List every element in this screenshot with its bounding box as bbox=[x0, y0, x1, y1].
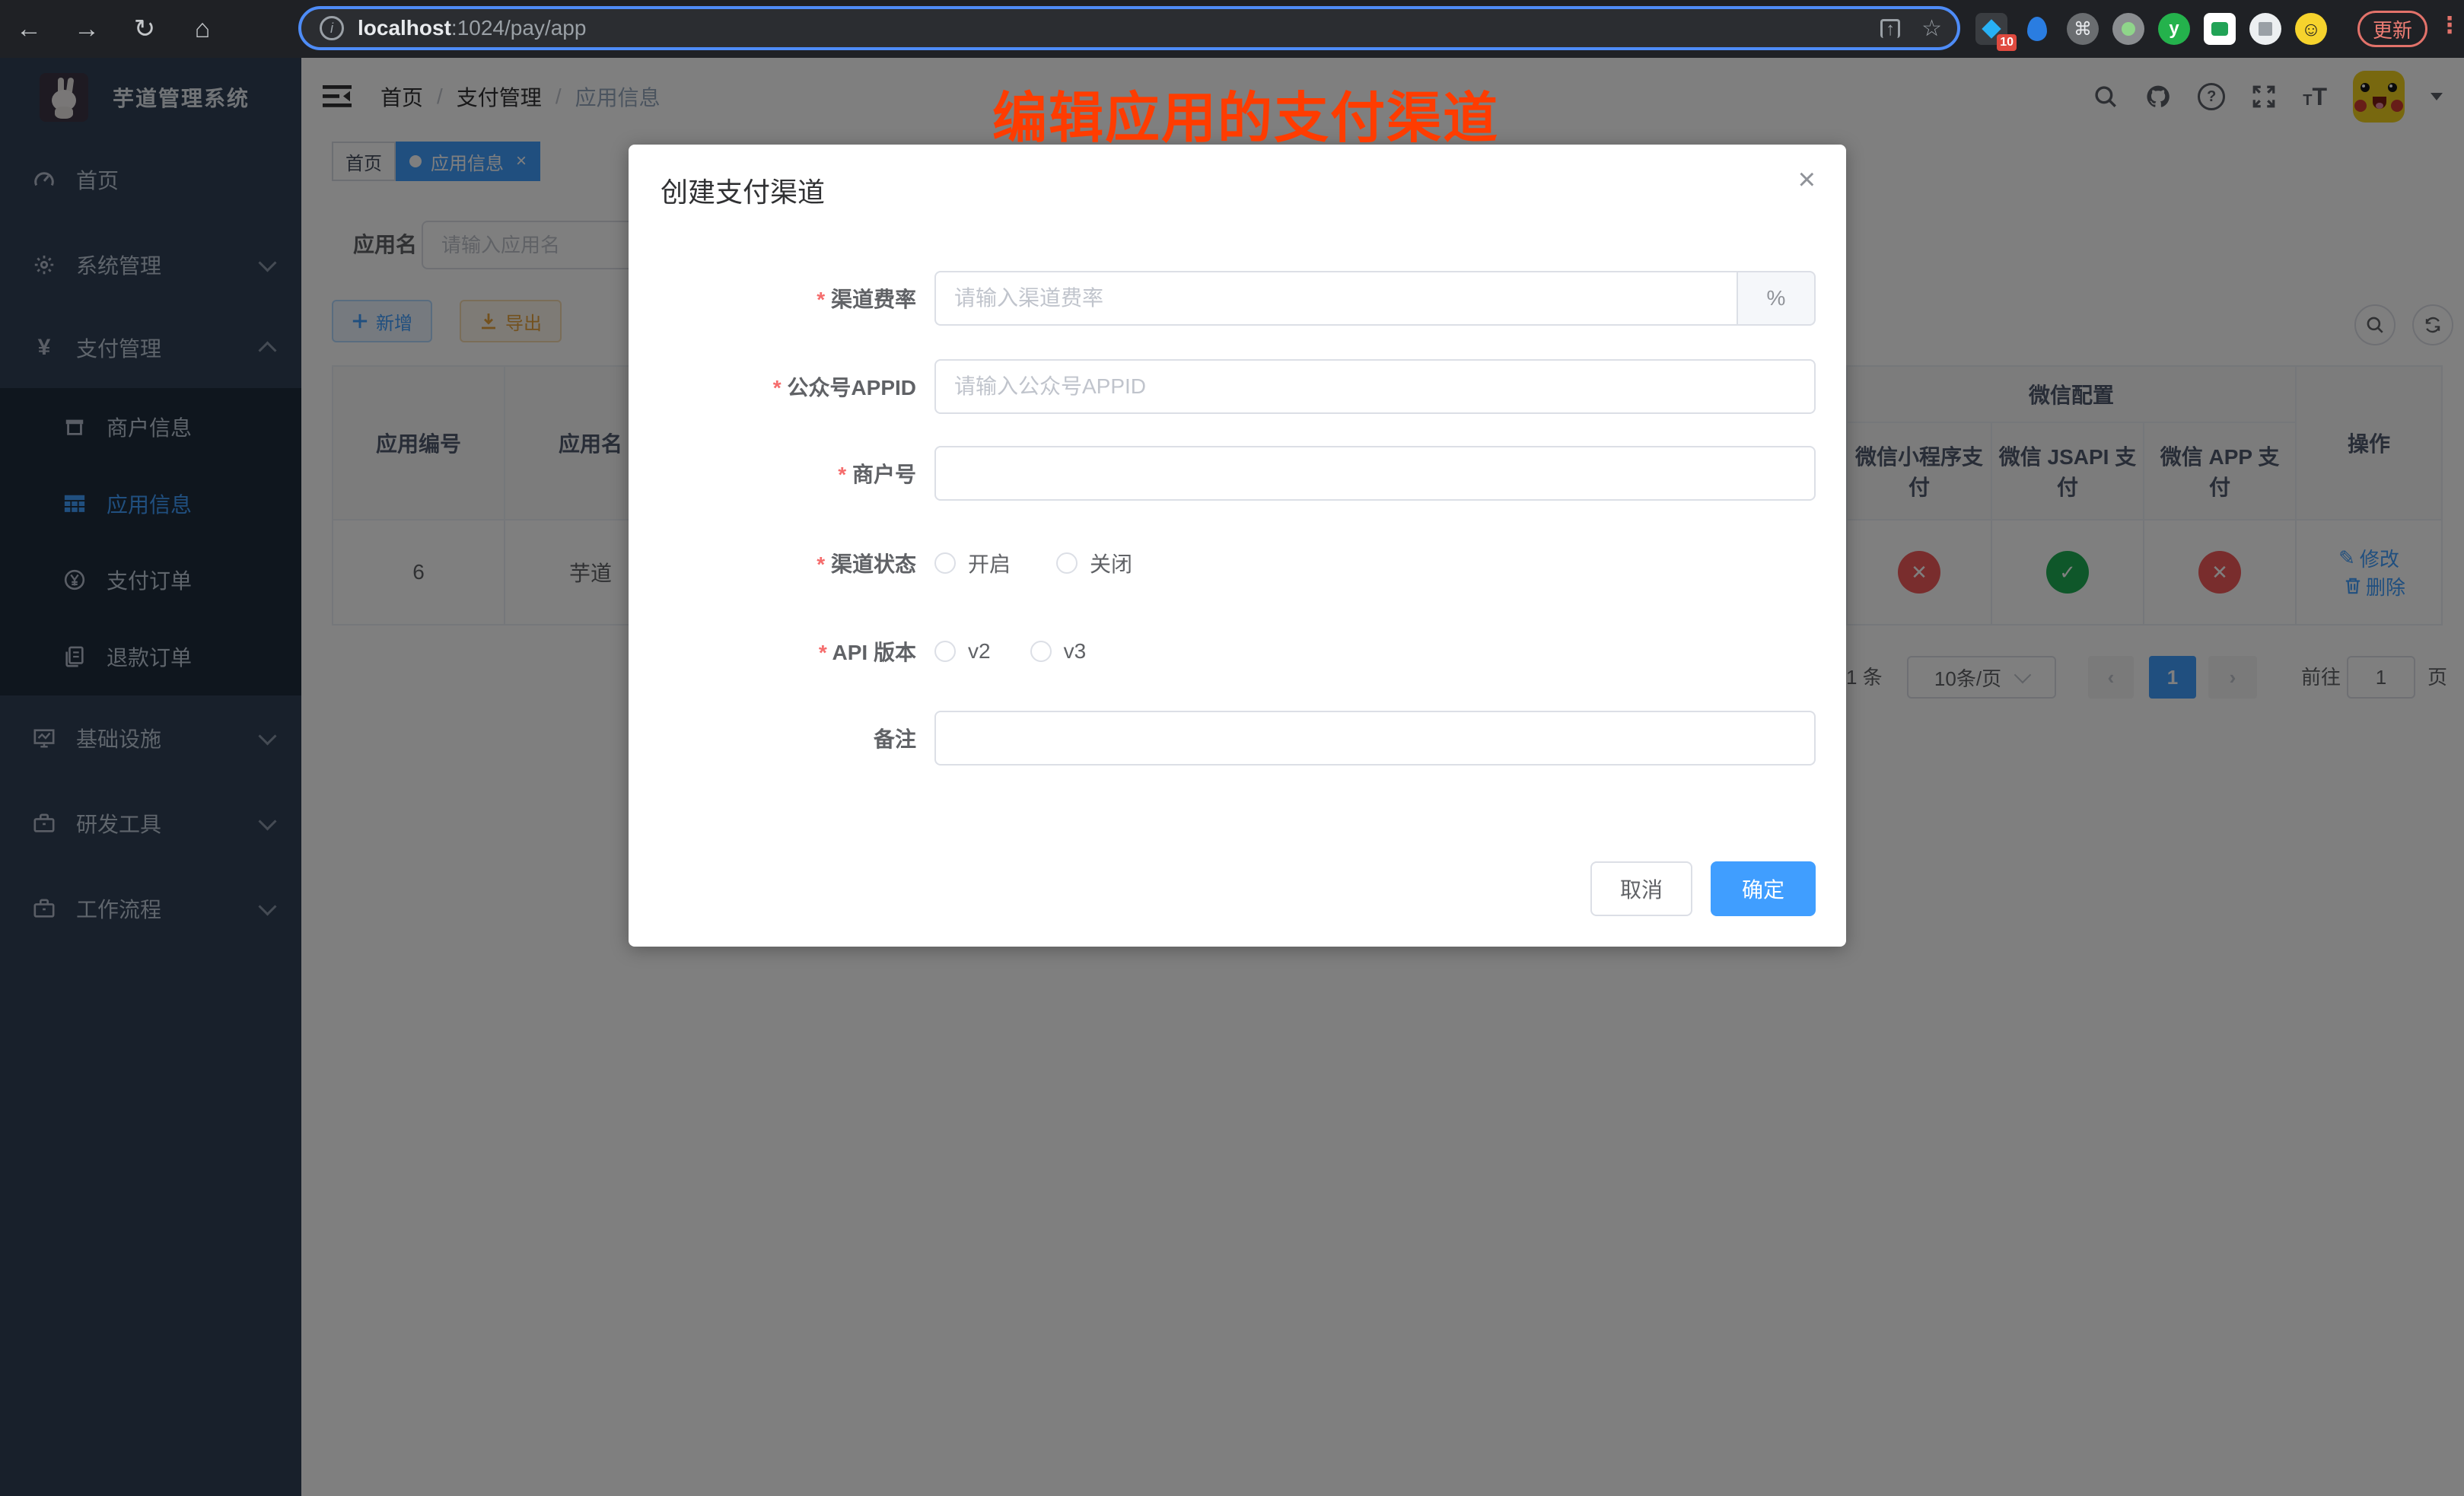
share-icon[interactable]: ↑ bbox=[1880, 19, 1900, 38]
remark-input[interactable] bbox=[934, 711, 1816, 766]
browser-forward-button[interactable]: → bbox=[58, 14, 116, 44]
screen: ← → ↻ ⌂ i localhost:1024/pay/app ↑ ☆ 10 … bbox=[0, 0, 2464, 1496]
api-v3-radio[interactable]: v3 bbox=[1030, 639, 1087, 664]
dialog-close-icon[interactable]: × bbox=[1798, 163, 1816, 197]
rate-label: 渠道费率 bbox=[659, 283, 916, 314]
extension-devtools-icon[interactable]: 10 bbox=[1975, 13, 2007, 45]
merchant-label: 商户号 bbox=[659, 458, 916, 489]
form-row-appid: 公众号APPID bbox=[659, 359, 1816, 414]
form-row-rate: 渠道费率 % bbox=[659, 271, 1816, 326]
browser-reload-button[interactable]: ↻ bbox=[116, 14, 173, 44]
create-payment-channel-dialog: 创建支付渠道 × 渠道费率 % 公众号APPID 商户号 渠道状态 bbox=[629, 145, 1846, 947]
dialog-title: 创建支付渠道 bbox=[661, 170, 825, 210]
appid-label: 公众号APPID bbox=[659, 371, 916, 402]
extensions-row: 10 ⌘ y ☺ bbox=[1975, 0, 2327, 58]
appid-input[interactable] bbox=[934, 359, 1816, 414]
site-info-icon[interactable]: i bbox=[320, 16, 344, 40]
form-row-api-version: API 版本 v2 v3 bbox=[659, 624, 1816, 679]
merchant-input[interactable] bbox=[934, 446, 1816, 501]
annotation-text: 编辑应用的支付渠道 bbox=[992, 73, 1499, 153]
form-row-remark: 备注 bbox=[659, 711, 1816, 766]
cancel-button[interactable]: 取消 bbox=[1590, 861, 1692, 916]
extension-y-icon[interactable]: y bbox=[2158, 13, 2190, 45]
form-row-merchant: 商户号 bbox=[659, 446, 1816, 501]
browser-home-button[interactable]: ⌂ bbox=[173, 14, 231, 44]
browser-toolbar: ← → ↻ ⌂ i localhost:1024/pay/app ↑ ☆ 10 … bbox=[0, 0, 2464, 58]
api-v2-radio[interactable]: v2 bbox=[934, 639, 991, 664]
status-open-radio[interactable]: 开启 bbox=[934, 548, 1011, 578]
status-close-radio[interactable]: 关闭 bbox=[1056, 548, 1132, 578]
extension-balloon-icon[interactable] bbox=[2021, 13, 2053, 45]
percent-suffix: % bbox=[1737, 271, 1816, 326]
url-text[interactable]: localhost:1024/pay/app bbox=[358, 16, 586, 40]
extension-puzzle-icon[interactable] bbox=[2249, 13, 2281, 45]
browser-back-button[interactable]: ← bbox=[0, 14, 58, 44]
confirm-button[interactable]: 确定 bbox=[1711, 861, 1816, 916]
api-version-label: API 版本 bbox=[659, 636, 916, 667]
radio-circle-icon bbox=[1056, 552, 1078, 574]
remark-label: 备注 bbox=[659, 723, 916, 753]
form-row-status: 渠道状态 开启 关闭 bbox=[659, 536, 1816, 590]
extension-emoji-icon[interactable]: ☺ bbox=[2295, 13, 2327, 45]
extension-chat-icon[interactable] bbox=[2204, 13, 2236, 45]
radio-circle-icon bbox=[934, 552, 956, 574]
browser-menu-icon[interactable]: ⋮ bbox=[2438, 12, 2461, 39]
bookmark-star-icon[interactable]: ☆ bbox=[1921, 15, 1942, 42]
extension-dot-icon[interactable] bbox=[2112, 13, 2144, 45]
radio-circle-icon bbox=[934, 641, 956, 662]
radio-circle-icon bbox=[1030, 641, 1052, 662]
rate-input[interactable] bbox=[934, 271, 1737, 326]
status-label: 渠道状态 bbox=[659, 548, 916, 578]
browser-update-button[interactable]: 更新 bbox=[2357, 11, 2427, 47]
extension-command-icon[interactable]: ⌘ bbox=[2067, 13, 2099, 45]
address-bar[interactable]: i localhost:1024/pay/app ↑ ☆ bbox=[298, 6, 1960, 50]
